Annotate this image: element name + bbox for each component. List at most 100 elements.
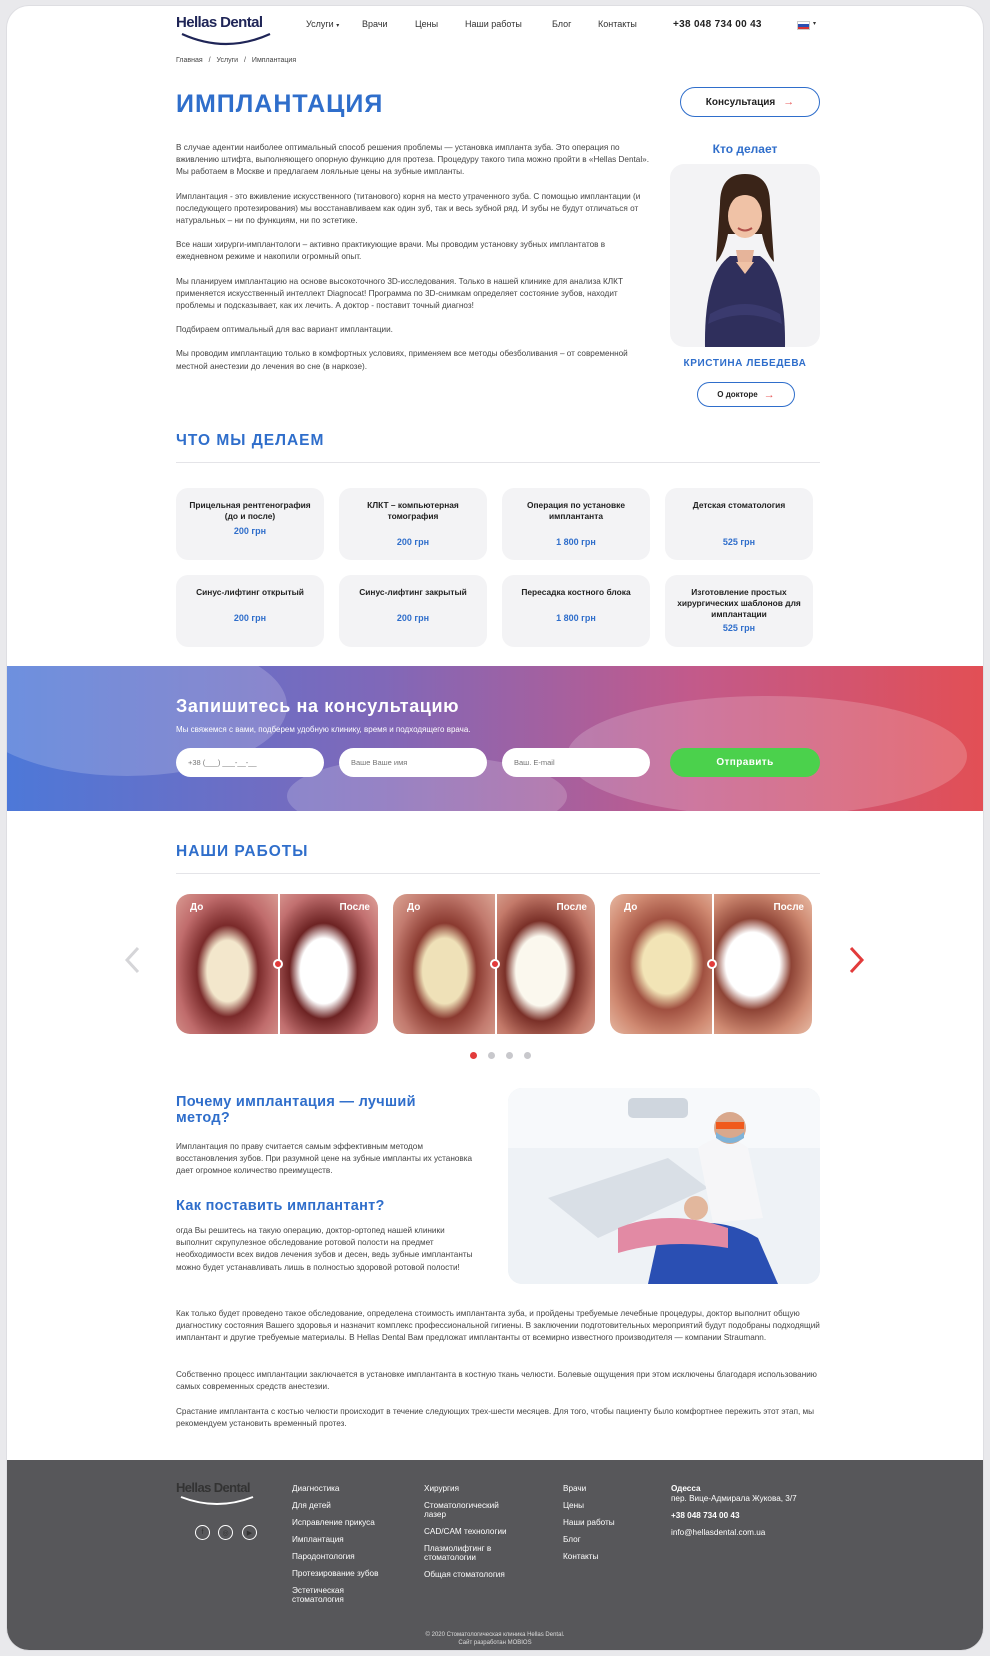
compare-handle[interactable] bbox=[707, 959, 717, 969]
page-frame: Hellas Dental Услуги ▾ Врачи Цены Наши р… bbox=[7, 6, 983, 1650]
doctor-name: КРИСТИНА ЛЕБЕДЕВА bbox=[683, 358, 807, 369]
email-input[interactable] bbox=[502, 748, 650, 777]
facebook-icon[interactable]: f bbox=[195, 1525, 210, 1540]
why-heading: Почему имплантация — лучший метод? bbox=[176, 1094, 416, 1126]
compare-handle[interactable] bbox=[273, 959, 283, 969]
logo-smile-icon bbox=[181, 32, 271, 46]
before-after-slide[interactable]: До После bbox=[610, 894, 812, 1034]
about-doctor-button[interactable]: О докторе → bbox=[697, 382, 795, 407]
carousel-dots bbox=[470, 1052, 531, 1059]
footer-link[interactable]: Эстетическая стоматология bbox=[292, 1586, 392, 1604]
service-card[interactable]: Прицельная рентгенография (до и после) 20… bbox=[176, 488, 324, 560]
footer-link[interactable]: Пародонтология bbox=[292, 1552, 392, 1561]
footer-address: пер. Вице-Адмирала Жукова, 3/7 bbox=[671, 1494, 797, 1503]
service-price: 200 грн bbox=[233, 613, 267, 623]
before-image bbox=[176, 894, 279, 1034]
footer-link[interactable]: Для детей bbox=[292, 1501, 392, 1510]
service-price: 525 грн bbox=[722, 623, 756, 633]
about-doctor-label: О докторе bbox=[717, 390, 758, 399]
footer-link[interactable]: Диагностика bbox=[292, 1484, 392, 1493]
carousel-dot[interactable] bbox=[524, 1052, 531, 1059]
footer-link[interactable]: Общая стоматология bbox=[424, 1570, 516, 1579]
service-name: Прицельная рентгенография (до и после) bbox=[189, 500, 311, 521]
service-price: 525 грн bbox=[722, 537, 756, 547]
header-phone[interactable]: +38 048 734 00 43 bbox=[673, 19, 762, 30]
footer-link[interactable]: Имплантация bbox=[292, 1535, 392, 1544]
arrow-right-icon: → bbox=[763, 388, 775, 401]
instagram-icon[interactable]: ◎ bbox=[218, 1525, 233, 1540]
service-card[interactable]: Синус-лифтинг открытый 200 грн bbox=[176, 575, 324, 647]
youtube-icon[interactable]: ▶ bbox=[242, 1525, 257, 1540]
nav-blog[interactable]: Блог bbox=[552, 19, 571, 35]
flag-ru-icon[interactable] bbox=[797, 21, 810, 30]
footer-link[interactable]: Врачи bbox=[563, 1484, 653, 1493]
carousel-dot[interactable] bbox=[470, 1052, 477, 1059]
breadcrumb-home[interactable]: Главная bbox=[176, 57, 203, 64]
chevron-down-icon: ▾ bbox=[336, 23, 340, 29]
breadcrumb-current: Имплантация bbox=[251, 57, 297, 64]
after-image bbox=[279, 894, 378, 1034]
footer-link[interactable]: Исправление прикуса bbox=[292, 1518, 392, 1527]
name-input[interactable] bbox=[339, 748, 487, 777]
divider bbox=[176, 462, 820, 463]
service-card[interactable]: Детская стоматология 525 грн bbox=[665, 488, 813, 560]
footer-link[interactable]: Хирургия bbox=[424, 1484, 516, 1493]
after-image bbox=[496, 894, 595, 1034]
compare-handle[interactable] bbox=[490, 959, 500, 969]
after-label: После bbox=[556, 902, 587, 913]
intro-text: В случае адентии наиболее оптимальный сп… bbox=[176, 142, 650, 385]
article-paragraph: Как только будет проведено такое обследо… bbox=[176, 1309, 820, 1343]
before-after-slide[interactable]: До После bbox=[176, 894, 378, 1034]
intro-paragraph: Мы планируем имплантацию на основе высок… bbox=[176, 276, 623, 311]
footer-logo[interactable]: Hellas Dental bbox=[176, 1480, 254, 1505]
footer-phone[interactable]: +38 048 734 00 43 bbox=[671, 1511, 801, 1520]
footer-link[interactable]: Плазмолифтинг в стоматологии bbox=[424, 1544, 516, 1562]
before-after-slide[interactable]: До После bbox=[393, 894, 595, 1034]
consultation-banner bbox=[7, 666, 983, 811]
nav-doctors[interactable]: Врачи bbox=[362, 19, 388, 35]
submit-button[interactable]: Отправить bbox=[670, 748, 820, 777]
service-card[interactable]: Синус-лифтинг закрытый 200 грн bbox=[339, 575, 487, 647]
footer-col-pages: Врачи Цены Наши работы Блог Контакты bbox=[563, 1484, 653, 1569]
footer-link[interactable]: Стоматологический лазер bbox=[424, 1501, 516, 1519]
footer-link[interactable]: Контакты bbox=[563, 1552, 653, 1561]
intro-paragraph: Мы проводим имплантацию только в комфорт… bbox=[176, 349, 628, 371]
carousel-dot[interactable] bbox=[488, 1052, 495, 1059]
after-label: После bbox=[339, 902, 370, 913]
footer-link[interactable]: Цены bbox=[563, 1501, 653, 1510]
service-card[interactable]: КЛКТ – компьютерная томография 200 грн bbox=[339, 488, 487, 560]
logo[interactable]: Hellas Dental bbox=[176, 14, 276, 48]
after-label: После bbox=[773, 902, 804, 913]
banner-title: Запишитесь на консультацию bbox=[176, 696, 460, 716]
footer-link[interactable]: Наши работы bbox=[563, 1518, 653, 1527]
services-title: ЧТО МЫ ДЕЛАЕМ bbox=[176, 432, 325, 449]
copyright: © 2020 Стоматологическая клиника Hellas … bbox=[7, 1631, 983, 1647]
service-card[interactable]: Операция по установке имплантанта 1 800 г… bbox=[502, 488, 650, 560]
before-label: До bbox=[407, 902, 421, 913]
nav-services[interactable]: Услуги ▾ bbox=[306, 19, 339, 35]
footer-link[interactable]: Блог bbox=[563, 1535, 653, 1544]
chevron-left-icon[interactable] bbox=[124, 946, 142, 974]
service-price: 200 грн bbox=[396, 537, 430, 547]
nav-prices[interactable]: Цены bbox=[415, 19, 438, 35]
logo-smile-icon bbox=[180, 1496, 254, 1505]
nav-contacts[interactable]: Контакты bbox=[598, 19, 637, 35]
developer-credit[interactable]: Сайт разработан MOBIOS bbox=[7, 1639, 983, 1647]
service-card[interactable]: Пересадка костного блока 1 800 грн bbox=[502, 575, 650, 647]
service-name: КЛКТ – компьютерная томография bbox=[367, 500, 459, 521]
footer-email[interactable]: info@hellasdental.com.ua bbox=[671, 1528, 801, 1537]
service-card[interactable]: Изготовление простых хирургических шабло… bbox=[665, 575, 813, 647]
carousel-dot[interactable] bbox=[506, 1052, 513, 1059]
chevron-right-icon[interactable] bbox=[847, 946, 865, 974]
chevron-down-icon[interactable]: ▾ bbox=[813, 20, 816, 27]
doctor-portrait-image bbox=[704, 174, 786, 347]
page-title: ИМПЛАНТАЦИЯ bbox=[176, 90, 384, 118]
breadcrumb-services[interactable]: Услуги bbox=[217, 57, 239, 64]
footer-link[interactable]: CAD/CAM технологии bbox=[424, 1527, 516, 1536]
phone-input[interactable] bbox=[176, 748, 324, 777]
how-heading: Как поставить имплантант? bbox=[176, 1198, 385, 1214]
nav-works[interactable]: Наши работы bbox=[465, 19, 522, 35]
consultation-button[interactable]: Консультация → bbox=[680, 87, 820, 117]
how-paragraph: огда Вы решитесь на такую операцию, докт… bbox=[176, 1226, 473, 1272]
footer-link[interactable]: Протезирование зубов bbox=[292, 1569, 392, 1578]
